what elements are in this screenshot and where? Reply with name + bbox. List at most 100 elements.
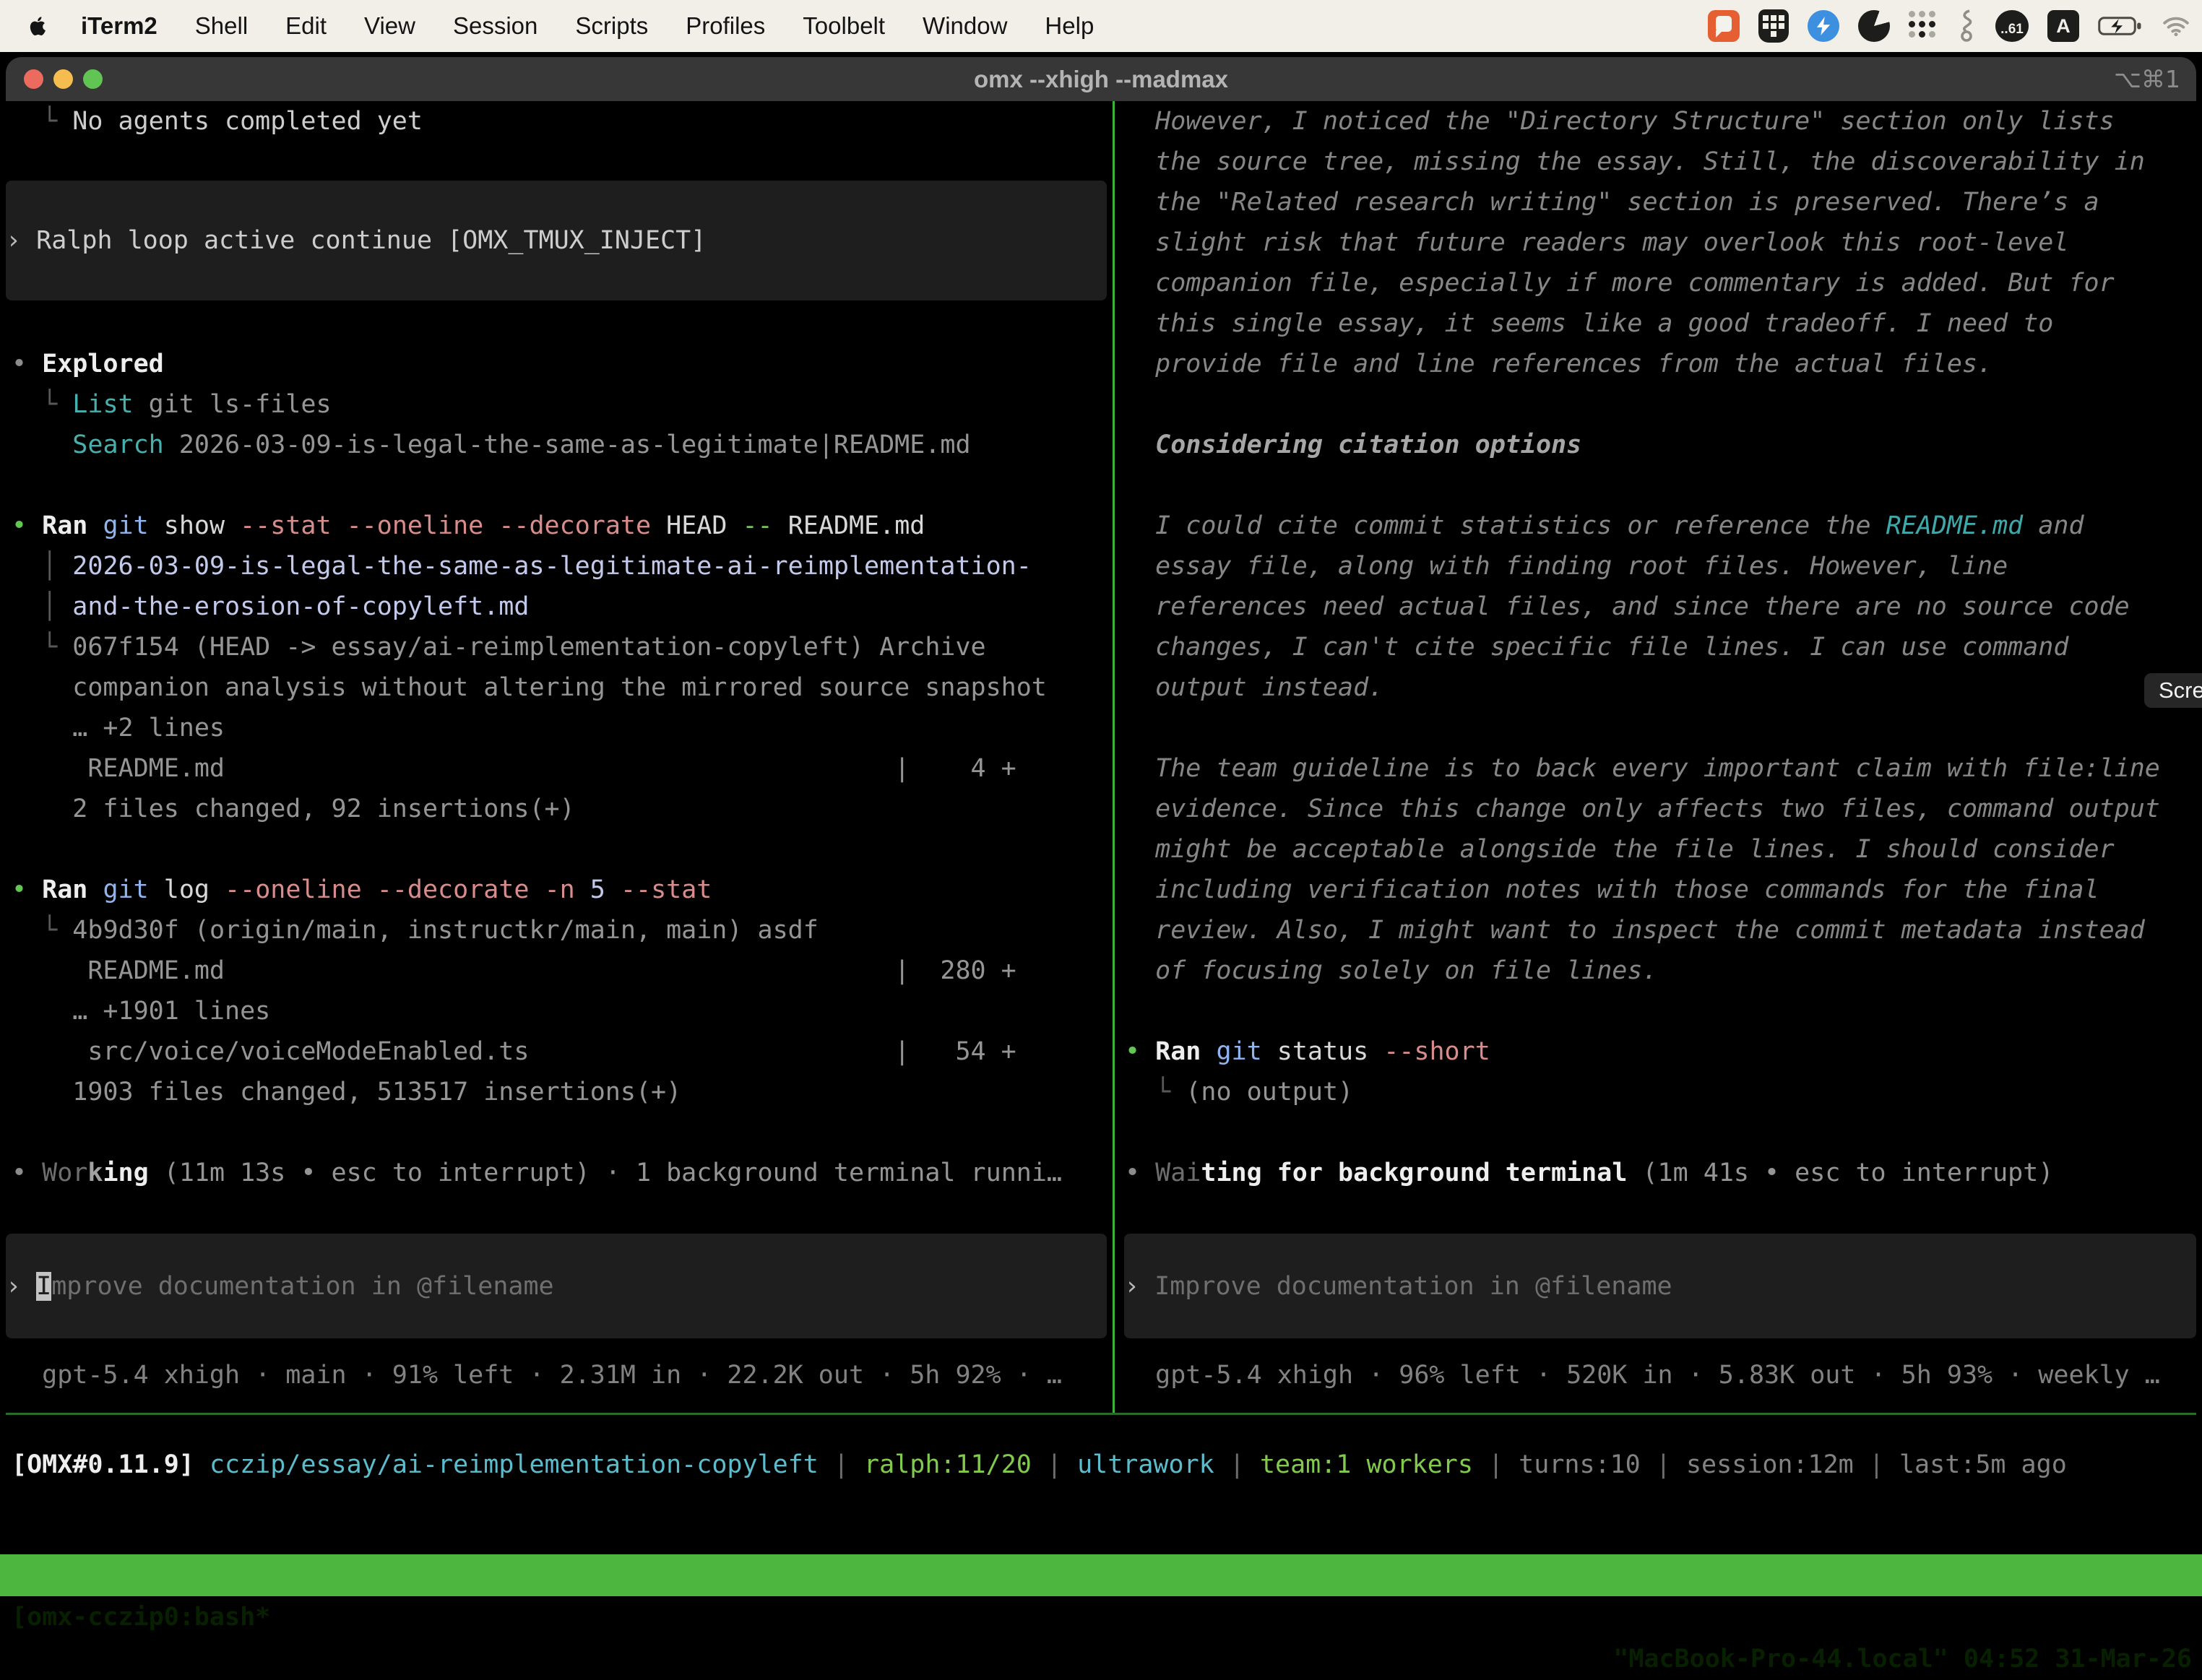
menu-item-scripts[interactable]: Scripts — [575, 12, 648, 40]
text-segment: companion file, especially if more comme… — [1125, 269, 2115, 298]
text-segment: | — [819, 1450, 864, 1479]
text-segment: However, I noticed the "Directory Struct… — [1125, 107, 2115, 136]
text-segment: and-the-erosion-of-copyleft.md — [72, 592, 529, 621]
text-segment: … +1901 lines — [12, 997, 270, 1026]
omx-status-line: [OMX#0.11.9] cczip/essay/ai-reimplementa… — [12, 1445, 2067, 1485]
terminal-line: I could cite commit statistics or refere… — [1125, 506, 2084, 546]
menu-item-view[interactable]: View — [364, 12, 415, 40]
terminal-line: • Ran git log --oneline --decorate -n 5 … — [12, 870, 712, 910]
text-segment: Wor — [42, 1159, 87, 1187]
gauge-61-icon[interactable]: ..61 — [1995, 10, 2029, 42]
terminal-line: Search 2026-03-09-is-legal-the-same-as-l… — [12, 425, 971, 465]
prompt-input-left[interactable]: › Improve documentation in @filename — [6, 1234, 1107, 1338]
terminal-content: └ No agents completed yet • Explored └ Li… — [6, 101, 2196, 1551]
menu-item-profiles[interactable]: Profiles — [686, 12, 765, 40]
text-segment: git — [103, 875, 163, 904]
iterm2-window: omx --xhigh --madmax ⌥⌘1 └ No agents com… — [6, 57, 2196, 1551]
text-segment: Ran — [1155, 1037, 1216, 1066]
window-title: omx --xhigh --madmax — [6, 57, 2196, 101]
terminal-line: README.md | 4 + — [12, 748, 1016, 789]
bolt-badge-icon[interactable] — [1808, 10, 1839, 42]
terminal-line: └ No agents completed yet — [12, 101, 423, 142]
text-segment: log — [164, 875, 225, 904]
text-segment: show — [164, 511, 240, 540]
text-segment: I — [36, 1272, 51, 1301]
menu-item-window[interactable]: Window — [923, 12, 1007, 40]
text-segment: gpt-5.4 xhigh · main · 91% left · 2.31M … — [12, 1361, 1062, 1390]
input-source-a-icon[interactable]: A — [2047, 10, 2079, 42]
screen-record-chat-icon[interactable] — [1708, 10, 1740, 42]
terminal-line: README.md | 280 + — [12, 951, 1016, 991]
text-segment: README.md | 4 + — [12, 754, 1016, 783]
terminal-line: │ and-the-erosion-of-copyleft.md — [12, 586, 529, 627]
text-segment: last:5m ago — [1899, 1450, 2067, 1479]
text-segment: | — [1854, 1450, 1899, 1479]
terminal-line: essay file, along with finding root file… — [1125, 546, 2008, 586]
screen-share-tooltip: Scre — [2144, 673, 2202, 708]
text-segment: • — [12, 1159, 42, 1187]
text-segment: └ — [12, 390, 72, 419]
menu-item-shell[interactable]: Shell — [195, 12, 248, 40]
text-segment: cczip/essay/ai-reimplementation-copyleft — [210, 1450, 819, 1479]
text-segment: │ — [12, 592, 72, 621]
menu-bar-tray: ..61 A — [1708, 0, 2190, 52]
text-segment: › — [6, 1272, 36, 1301]
text-segment: README.md — [788, 511, 925, 540]
menu-item-session[interactable]: Session — [453, 12, 537, 40]
text-segment: ralph:11/20 — [864, 1450, 1032, 1479]
text-segment: git — [103, 511, 163, 540]
terminal-line: The team guideline is to back every impo… — [1125, 748, 2160, 789]
text-segment: • — [1125, 1159, 1155, 1187]
text-segment: --short — [1383, 1037, 1490, 1066]
deck-grid-icon[interactable] — [1758, 9, 1789, 43]
menu-item-help[interactable]: Help — [1045, 12, 1094, 40]
text-segment: └ — [12, 633, 72, 662]
tmux-host-clock: "MacBook-Pro-44.local" 04:52 31-Mar-26 — [1613, 1638, 2192, 1680]
tmux-pane-right: However, I noticed the "Directory Struct… — [1121, 101, 2196, 1413]
menu-item-edit[interactable]: Edit — [285, 12, 327, 40]
apple-menu-icon[interactable] — [27, 13, 56, 39]
hook-squiggle-icon[interactable] — [1958, 9, 1977, 43]
terminal-line: 1903 files changed, 513517 insertions(+) — [12, 1072, 681, 1112]
terminal-line: └ (no output) — [1125, 1072, 1353, 1112]
terminal-line: • Explored — [12, 344, 164, 384]
text-segment: review. Also, I might want to inspect th… — [1125, 916, 2145, 945]
text-segment: changes, I can't cite specific file line… — [1125, 633, 2068, 662]
pie-chart-icon[interactable] — [1858, 10, 1890, 42]
terminal-line: src/voice/voiceModeEnabled.ts | 54 + — [12, 1031, 1016, 1072]
text-segment: No agents completed yet — [72, 107, 423, 136]
tmux-window-label[interactable]: [omx-cczip0:bash* — [12, 1596, 270, 1638]
text-segment: └ — [12, 916, 72, 945]
text-segment: └ — [12, 107, 72, 136]
menu-item-iterm2[interactable]: iTerm2 — [81, 12, 157, 40]
text-segment: -- — [742, 511, 787, 540]
text-segment: Improve documentation in @filename — [1154, 1272, 1672, 1301]
text-segment: [OMX#0.11.9] — [12, 1450, 194, 1479]
app-grid-icon[interactable] — [1909, 11, 1939, 41]
wifi-icon[interactable] — [2162, 14, 2190, 38]
text-segment: 2026-03-09-is-legal-the-same-as-legitima… — [72, 552, 1032, 581]
text-segment: I could cite commit statistics or refere… — [1125, 511, 1886, 540]
text-segment: --stat — [621, 875, 712, 904]
terminal-line: Considering citation options — [1125, 425, 1581, 465]
text-segment: Wai — [1155, 1159, 1201, 1187]
menu-item-toolbelt[interactable]: Toolbelt — [803, 12, 885, 40]
terminal-line: gpt-5.4 xhigh · 96% left · 520K in · 5.8… — [1125, 1355, 2160, 1395]
pane-divider-horizontal[interactable] — [6, 1413, 2196, 1415]
battery-charging-icon[interactable] — [2098, 15, 2143, 37]
text-segment: 5 — [590, 875, 621, 904]
terminal-line: └ List git ls-files — [12, 384, 332, 425]
terminal-line: evidence. Since this change only affects… — [1125, 789, 2160, 829]
text-segment: git ls-files — [134, 390, 332, 419]
prompt-input-right[interactable]: › Improve documentation in @filename — [1124, 1234, 2196, 1338]
text-segment: 2 files changed, 92 insertions(+) — [12, 794, 575, 823]
text-segment: │ — [12, 552, 72, 581]
window-title-bar[interactable]: omx --xhigh --madmax ⌥⌘1 — [6, 57, 2196, 101]
text-segment: --stat --oneline --decorate — [240, 511, 666, 540]
pane-divider-vertical[interactable] — [1113, 101, 1115, 1413]
text-segment: of focusing solely on file lines. — [1125, 956, 1658, 985]
text-segment: mprove documentation in @filename — [51, 1272, 553, 1301]
terminal-line: changes, I can't cite specific file line… — [1125, 627, 2068, 667]
text-segment: 067f154 (HEAD -> essay/ai-reimplementati… — [72, 633, 985, 662]
ralph-loop-banner[interactable]: › Ralph loop active continue [OMX_TMUX_I… — [6, 181, 1107, 300]
